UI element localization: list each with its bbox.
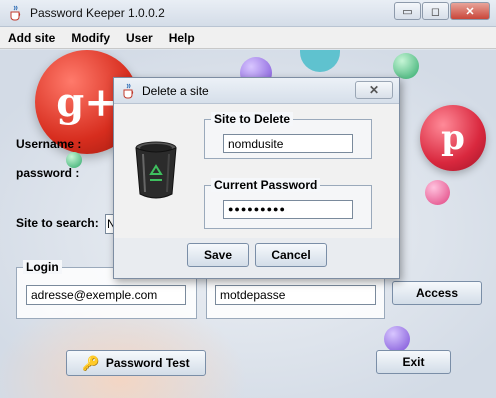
password-test-button[interactable]: 🔑 Password Test [66, 350, 206, 376]
decor-bubble [384, 326, 410, 352]
close-window-button[interactable]: ✕ [450, 2, 490, 20]
decor-bubble [393, 53, 419, 79]
window-titlebar: Password Keeper 1.0.0.2 ▭ ◻ ✕ [0, 0, 496, 27]
minimize-button[interactable]: ▭ [394, 2, 421, 20]
exit-button[interactable]: Exit [376, 350, 451, 374]
minimize-icon: ▭ [402, 5, 413, 18]
close-icon: ✕ [368, 83, 380, 97]
window-title: Password Keeper 1.0.0.2 [30, 6, 165, 20]
password-label: password : [16, 166, 80, 180]
site-search-label: Site to search: [16, 216, 99, 230]
java-cup-icon [123, 83, 134, 99]
cancel-button[interactable]: Cancel [255, 243, 327, 267]
menu-bar: Add site Modify User Help [0, 27, 496, 49]
site-to-delete-title: Site to Delete [211, 112, 294, 126]
maximize-icon: ◻ [430, 5, 441, 18]
dialog-titlebar: Delete a site ✕ [114, 78, 399, 104]
current-password-field[interactable]: ●●●●●●●●● [223, 200, 353, 219]
dialog-button-bar: Save Cancel [114, 238, 399, 278]
dialog-close-button[interactable]: ✕ [355, 81, 393, 99]
save-button[interactable]: Save [187, 243, 249, 267]
key-icon: 🔑 [82, 354, 100, 371]
menu-modify[interactable]: Modify [69, 29, 112, 47]
delete-site-dialog: Delete a site ✕ Site to Delete nomdusite… [113, 77, 400, 279]
window-controls: ▭ ◻ ✕ [393, 2, 490, 20]
username-label: Username : [16, 137, 82, 151]
decor-bubble [425, 180, 450, 205]
password-test-label: Password Test [105, 356, 190, 370]
site-to-delete-field[interactable]: nomdusite [223, 134, 353, 153]
login-group-title: Login [23, 260, 62, 274]
current-password-group: Current Password ●●●●●●●●● [204, 178, 372, 229]
java-cup-icon [10, 5, 21, 21]
menu-user[interactable]: User [124, 29, 155, 47]
trash-bin-icon [135, 141, 177, 199]
menu-add-site[interactable]: Add site [6, 29, 57, 47]
current-password-title: Current Password [211, 178, 321, 192]
password-field[interactable]: motdepasse [215, 285, 376, 305]
maximize-button[interactable]: ◻ [422, 2, 449, 20]
access-button[interactable]: Access [392, 281, 482, 305]
pinterest-bubble: p [420, 105, 486, 171]
site-to-delete-group: Site to Delete nomdusite [204, 112, 372, 159]
decor-bubble [300, 50, 340, 72]
login-field[interactable]: adresse@exemple.com [26, 285, 186, 305]
menu-help[interactable]: Help [167, 29, 197, 47]
dialog-title: Delete a site [142, 84, 209, 98]
close-icon: ✕ [465, 5, 475, 18]
